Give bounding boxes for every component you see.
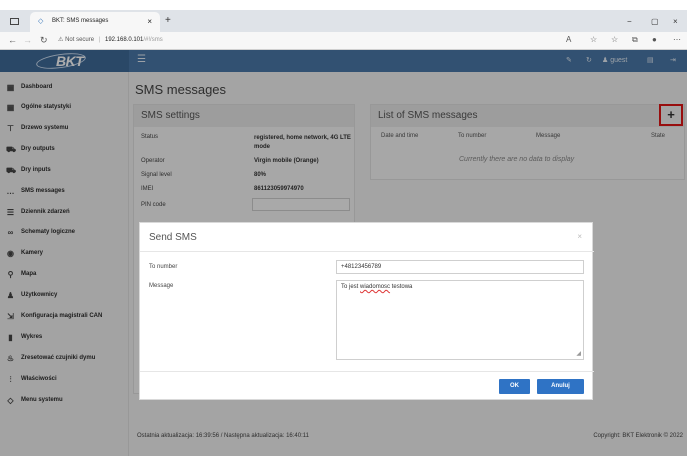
tab-strip: ◇ BKT: SMS messages × + − ▢ × xyxy=(0,10,687,32)
message-text: To jest xyxy=(341,284,361,290)
maximize-icon[interactable]: ▢ xyxy=(651,17,659,26)
read-aloud-icon[interactable]: A xyxy=(566,35,571,44)
bkt-favicon-icon: ◇ xyxy=(38,18,44,25)
to-number-label: To number xyxy=(149,264,178,270)
window-menu-icon[interactable] xyxy=(10,18,19,25)
message-label: Message xyxy=(149,283,174,289)
divider xyxy=(140,251,594,252)
forward-icon: → xyxy=(23,35,32,45)
tab-title: BKT: SMS messages xyxy=(52,18,109,24)
favorite-icon[interactable]: ☆ xyxy=(590,35,597,44)
cancel-button[interactable]: Anuluj xyxy=(537,379,584,394)
to-number-input[interactable]: +48123456789 xyxy=(336,260,584,274)
url-separator: | xyxy=(98,37,101,43)
url-host: 192.168.0.101 xyxy=(104,37,144,43)
new-tab-button[interactable]: + xyxy=(165,15,171,26)
back-icon[interactable]: ← xyxy=(8,35,17,45)
dialog-title: Send SMS xyxy=(149,232,197,243)
browser-tab[interactable]: ◇ BKT: SMS messages × xyxy=(30,12,160,32)
window-close-icon[interactable]: × xyxy=(673,17,678,26)
profile-icon[interactable]: ● xyxy=(652,35,657,44)
url-path: /#!/sms xyxy=(143,37,163,43)
resize-grip-icon[interactable]: ◢ xyxy=(576,350,581,357)
ok-button[interactable]: OK xyxy=(499,379,530,394)
warning-icon: ⚠ xyxy=(58,37,64,43)
collections-icon[interactable]: ⧉ xyxy=(632,35,638,45)
tab-close-icon[interactable]: × xyxy=(147,17,152,26)
message-textarea[interactable]: To jest wiadomosc testowa ◢ xyxy=(336,280,584,360)
favorites-bar-icon[interactable]: ☆ xyxy=(611,35,618,44)
more-icon[interactable]: ⋯ xyxy=(673,35,681,44)
reload-icon[interactable]: ↻ xyxy=(40,35,48,46)
send-sms-dialog: Send SMS × To number +48123456789 Messag… xyxy=(139,222,594,400)
minimize-icon[interactable]: − xyxy=(627,17,632,26)
browser-window: ◇ BKT: SMS messages × + − ▢ × ← → ↻ ⚠ No… xyxy=(0,0,687,456)
message-misspelled-word: wiadomosc xyxy=(360,284,391,290)
address-bar: ← → ↻ ⚠ Not secure | 192.168.0.101/#!/sm… xyxy=(0,32,687,50)
message-text-end: testowa xyxy=(390,284,413,290)
dialog-close-icon[interactable]: × xyxy=(577,232,582,241)
url-field[interactable]: ⚠ Not secure | 192.168.0.101/#!/sms xyxy=(58,36,163,43)
divider xyxy=(140,371,594,372)
not-secure-label: Not secure xyxy=(65,37,95,43)
